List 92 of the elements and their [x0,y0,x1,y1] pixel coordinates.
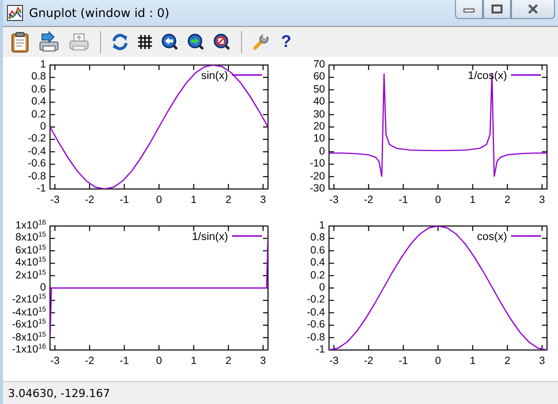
x-tick-label: -2 [84,356,94,367]
y-tick-label: -1 [36,184,46,194]
y-tick-label: 1 [40,60,46,70]
y-tick-label: -8x10$^{15}$ [12,332,46,344]
y-tick-label: 70 [313,60,325,70]
y-tick-label: 0.4 [310,258,325,269]
y-tick-label: -0.4 [28,146,46,158]
y-tick-label: -30 [310,184,325,194]
chart-icon [7,5,23,21]
refresh-icon[interactable] [110,32,130,52]
x-tick-label: 1 [190,195,197,206]
y-tick-label: 50 [313,84,325,96]
x-tick-label: 2 [504,356,510,367]
y-tick-label: -20 [310,171,325,182]
legend-label: sin(x) [201,70,228,82]
y-tick-label: 40 [313,96,325,108]
x-tick-label: 1 [190,356,197,367]
x-tick-label: -1 [120,195,129,206]
y-tick-label: 0.6 [31,84,46,96]
x-tick-label: -1 [398,195,408,206]
minimize-button[interactable] [455,0,483,19]
y-tick-label: 0 [40,122,46,132]
y-tick-label: 0.2 [31,109,46,120]
y-tick-label: -1x10$^{16}$ [12,344,46,356]
maximize-button[interactable] [483,0,511,19]
y-tick-label: 0.8 [31,72,46,83]
y-tick-label: -0.2 [306,294,325,306]
zoom-reset-icon[interactable] [212,32,232,52]
y-tick-label: -10 [310,158,325,170]
x-tick-label: 3 [539,195,545,206]
x-tick-label: -2 [364,195,374,206]
y-tick-label: 0 [40,282,46,294]
legend-label: 1/sin(x) [192,231,228,243]
x-tick-label: 3 [260,195,266,206]
x-tick-label: 0 [435,356,441,367]
y-tick-label: 30 [313,109,325,120]
y-tick-label: -0.4 [306,307,325,318]
x-tick-label: 3 [539,356,545,367]
y-tick-label: -6x10$^{15}$ [12,320,46,331]
y-tick-label: 0 [319,146,325,158]
y-tick-label: -0.8 [28,171,46,182]
printer-arrow-icon[interactable] [37,30,61,54]
x-tick-label: -1 [120,356,129,367]
y-tick-label: 0 [319,282,325,294]
y-tick-label: 0.8 [310,232,325,244]
x-tick-label: 3 [260,356,266,367]
y-tick-label: -2x10$^{15}$ [12,294,46,306]
x-tick-label: 2 [225,195,232,206]
y-tick-label: 0.4 [31,96,46,108]
y-tick-label: 60 [313,72,325,83]
y-tick-label: 1x10$^{16}$ [15,220,46,232]
grid-icon[interactable] [136,33,154,51]
help-button[interactable]: ? [277,32,296,52]
window-title: Gnuplot (window id : 0) [29,6,170,20]
x-tick-label: -2 [84,195,94,206]
legend-label: cos(x) [477,231,507,243]
y-tick-label: -4x10$^{15}$ [12,307,46,318]
y-tick-label: 1 [319,220,325,232]
x-tick-label: -3 [50,195,60,206]
x-tick-label: 0 [156,195,162,206]
zoom-back-icon[interactable] [160,32,180,52]
x-tick-label: -3 [329,356,339,367]
y-tick-label: 6x10$^{15}$ [15,245,46,256]
y-tick-label: -0.8 [306,332,325,344]
x-tick-label: 0 [156,356,162,367]
y-tick-label: 10 [313,134,325,145]
x-tick-label: -1 [398,356,408,367]
x-tick-label: 2 [225,356,232,367]
y-tick-label: 4x10$^{15}$ [15,258,46,269]
x-tick-label: -3 [329,195,339,206]
y-tick-label: 8x10$^{15}$ [15,232,46,244]
zoom-forward-icon[interactable] [186,32,206,52]
x-tick-label: -2 [364,356,374,367]
y-tick-label: -0.2 [28,134,46,145]
y-tick-label: -0.6 [28,158,46,170]
close-icon [527,4,539,14]
wrench-icon[interactable] [251,32,271,52]
y-tick-label: -0.6 [306,320,325,331]
clipboard-icon[interactable] [9,30,31,54]
x-tick-label: -3 [50,356,60,367]
x-tick-label: 2 [504,195,510,206]
x-tick-label: 1 [470,356,476,367]
x-tick-label: 0 [435,195,441,206]
close-button[interactable] [511,0,555,19]
x-tick-label: 1 [470,195,476,206]
y-tick-label: -1 [316,344,325,356]
maximize-icon [491,4,503,14]
y-tick-label: 0.2 [310,270,325,282]
y-tick-label: 0.6 [310,245,325,256]
cursor-coordinates: 3.04630, -129.167 [8,386,110,400]
y-tick-label: 20 [313,122,325,132]
y-tick-label: 2x10$^{15}$ [15,270,46,282]
